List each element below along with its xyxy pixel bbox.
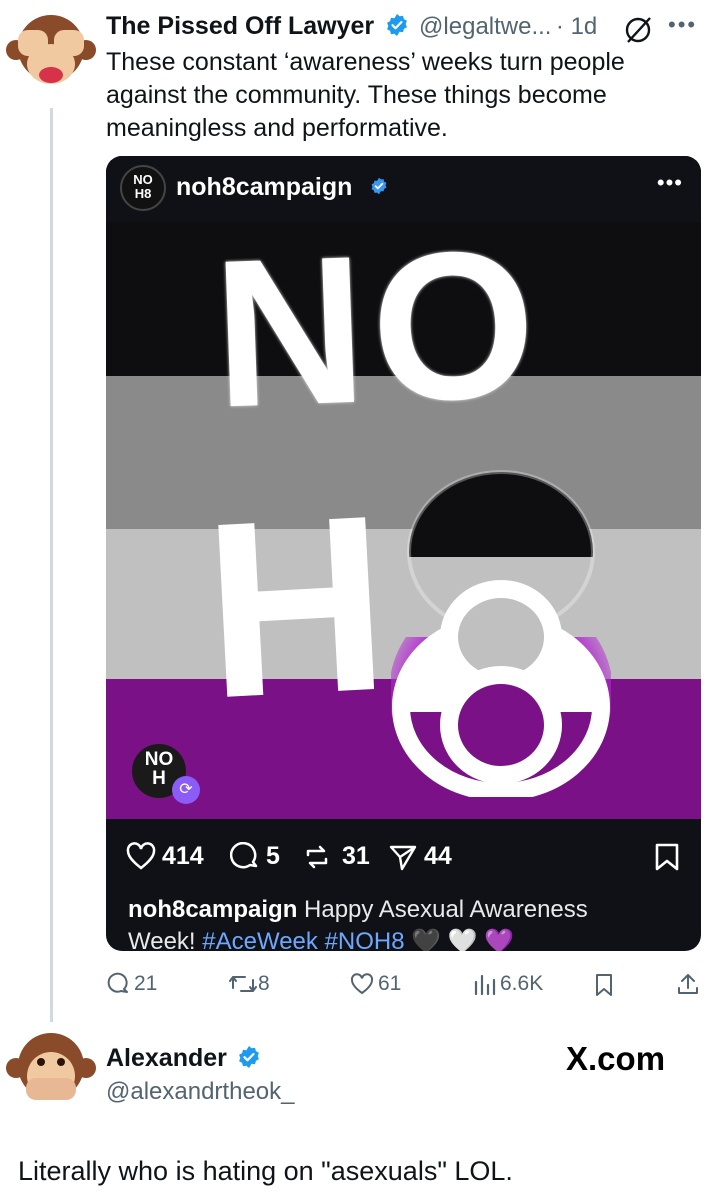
reply-author-handle[interactable]: @alexandrtheok_ xyxy=(106,1078,294,1106)
caption-text-2: Week! xyxy=(128,928,196,951)
embedded-media-card[interactable]: NO H NO H ⟳ NO H8 noh8campaign ••• 414 5… xyxy=(106,156,701,951)
embed-stats-row: 414 5 31 44 xyxy=(106,836,701,876)
reply-verified-badge-icon xyxy=(239,1046,260,1068)
verified-badge-icon xyxy=(386,14,407,36)
repost-badge-icon: ⟳ xyxy=(172,776,200,804)
reply-header: Alexander xyxy=(106,1044,261,1073)
embed-bookmark-icon[interactable] xyxy=(654,842,680,872)
tweet-text-line: These constant ‘awareness’ weeks turn pe… xyxy=(106,48,625,76)
see-no-evil-monkey-icon xyxy=(6,15,96,84)
embed-likes-count: 414 xyxy=(162,842,204,870)
avatar-text-line: NO xyxy=(133,172,153,187)
bookmark-icon[interactable] xyxy=(594,972,614,998)
author-handle[interactable]: @legaltwe... xyxy=(419,13,551,40)
embed-account-name[interactable]: noh8campaign xyxy=(176,173,352,202)
share-icon[interactable] xyxy=(676,972,700,996)
reply-icon[interactable] xyxy=(106,972,130,996)
grok-icon[interactable] xyxy=(622,14,654,46)
send-icon[interactable] xyxy=(388,842,418,872)
noh8-avatar[interactable]: NO H8 xyxy=(120,165,166,211)
embed-reposts-count: 31 xyxy=(342,842,370,870)
card-header: NO H8 noh8campaign ••• xyxy=(106,156,701,222)
flag-eight-glyph xyxy=(391,470,611,797)
heart-emojis: 🖤 🤍 💜 xyxy=(411,928,515,951)
retweet-count: 8 xyxy=(258,972,270,995)
speak-no-evil-monkey-icon xyxy=(6,1033,96,1100)
tweet-time[interactable]: · 1d xyxy=(556,13,597,40)
embed-more-icon[interactable]: ••• xyxy=(657,170,683,196)
views-icon[interactable] xyxy=(472,972,496,996)
embed-caption: noh8campaign Happy Asexual Awareness Wee… xyxy=(128,894,668,951)
tweet-header: The Pissed Off Lawyer @legaltwe... · 1d xyxy=(106,12,706,46)
views-count: 6.6K xyxy=(500,972,544,995)
author-avatar[interactable] xyxy=(4,4,98,98)
hashtag-noh8[interactable]: #NOH8 xyxy=(325,928,405,951)
tweet-text: These constant ‘awareness’ weeks turn pe… xyxy=(106,46,706,145)
like-icon[interactable] xyxy=(350,973,374,995)
tweet-text-line: meaningless and performative. xyxy=(106,114,448,142)
big-h-text: H xyxy=(198,462,394,751)
heart-icon[interactable] xyxy=(126,842,156,870)
big-no-text: NO xyxy=(209,205,545,452)
reply-author-avatar[interactable] xyxy=(4,1022,98,1116)
repost-icon[interactable] xyxy=(302,842,332,872)
like-count: 61 xyxy=(378,972,402,995)
xcom-watermark: X.com xyxy=(566,1040,666,1077)
retweet-icon[interactable] xyxy=(228,972,258,996)
comment-icon[interactable] xyxy=(230,842,260,872)
caption-user[interactable]: noh8campaign xyxy=(128,896,297,923)
more-options-icon[interactable]: ••• xyxy=(668,12,697,38)
tweet-text-line: against the community. These things beco… xyxy=(106,81,607,109)
reply-count: 21 xyxy=(134,972,158,995)
author-name[interactable]: The Pissed Off Lawyer xyxy=(106,12,374,40)
thread-line xyxy=(50,108,53,1028)
embed-shares-count: 44 xyxy=(424,842,452,870)
reply-text: Literally who is hating on "asexuals" LO… xyxy=(18,1156,513,1186)
hashtag-aceweek[interactable]: #AceWeek xyxy=(202,928,318,951)
logo-text-line: NO xyxy=(144,749,174,770)
caption-text: Happy Asexual Awareness xyxy=(304,896,588,923)
reply-author-name[interactable]: Alexander xyxy=(106,1044,227,1072)
embed-verified-badge-icon xyxy=(371,177,387,195)
embed-comments-count: 5 xyxy=(266,842,280,870)
avatar-text-line: H8 xyxy=(134,186,152,201)
